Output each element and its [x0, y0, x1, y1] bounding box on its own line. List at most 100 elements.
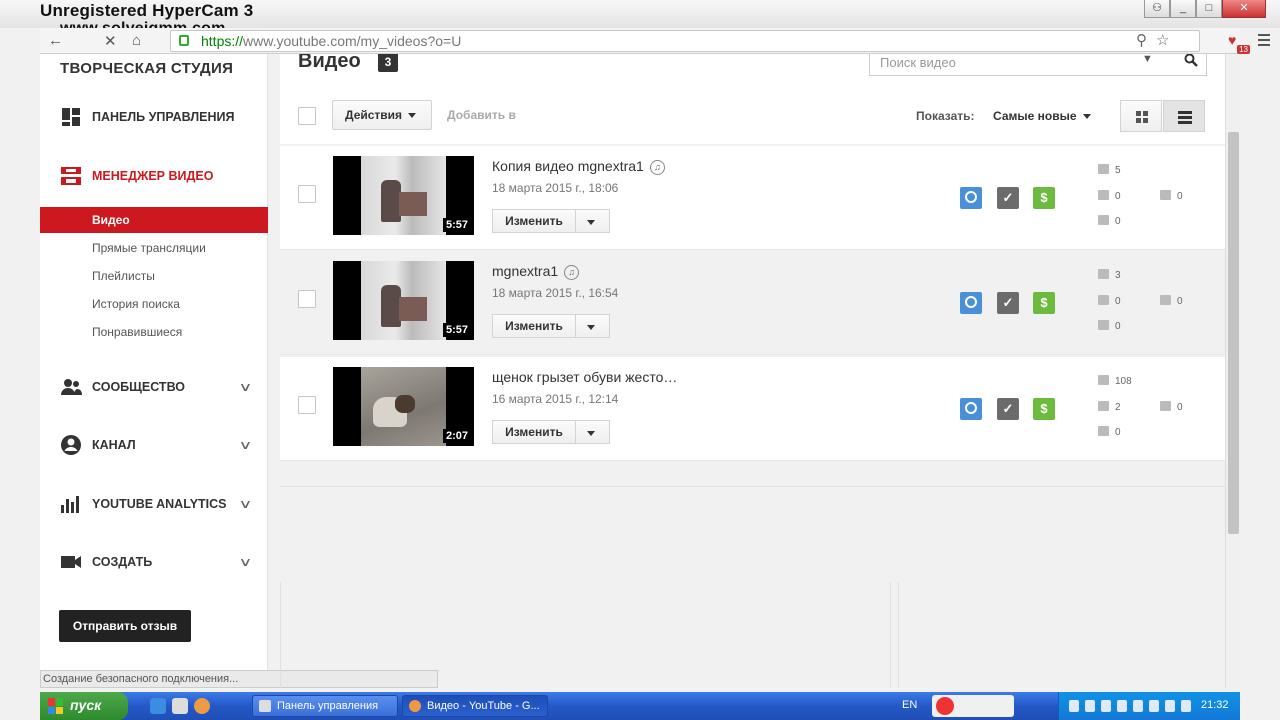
comment-icon [1098, 215, 1109, 225]
check-icon[interactable]: ✓ [997, 187, 1019, 209]
minimize-button[interactable]: _ [1170, 0, 1196, 18]
page-scrollbar[interactable] [1225, 54, 1240, 688]
back-icon[interactable]: ← [48, 32, 63, 49]
monetization-dollar-icon[interactable]: $ [1033, 398, 1055, 420]
search-dropdown-icon[interactable]: ▼ [1142, 54, 1153, 65]
start-button[interactable]: пуск [40, 692, 128, 720]
likes-count: 0 [1115, 191, 1121, 202]
video-title-text: mgnextra1 [492, 263, 559, 279]
actions-button[interactable]: Действия [332, 100, 432, 130]
public-globe-icon[interactable] [960, 292, 982, 314]
search-input[interactable]: Поиск видео ▼ [869, 54, 1207, 76]
tray-icon[interactable] [1069, 700, 1079, 712]
sidebar-item-playlists[interactable]: Плейлисты [40, 263, 268, 289]
user-icon[interactable]: ⚇ [1144, 0, 1170, 18]
volume-icon[interactable] [1085, 700, 1095, 712]
nav-dashboard[interactable]: ПАНЕЛЬ УПРАВЛЕНИЯ [40, 103, 268, 131]
comments-stat: 0 [1098, 426, 1121, 438]
video-title[interactable]: щенок грызет обуви жесто… [492, 369, 677, 385]
video-row: 5:57 mgnextra1 ♫ 18 марта 2015 г., 16:54 … [280, 251, 1225, 355]
sidebar-item-videos[interactable]: Видео [40, 207, 268, 233]
edit-dropdown-button[interactable] [576, 314, 610, 338]
edit-button[interactable]: Изменить [492, 209, 576, 233]
chrome-icon[interactable] [194, 698, 210, 714]
bookmark-star-icon[interactable]: ☆ [1156, 31, 1169, 49]
grid-view-button[interactable] [1120, 100, 1162, 132]
scrollbar-thumb[interactable] [1228, 132, 1239, 534]
tray-icon[interactable] [1149, 700, 1159, 712]
video-checkbox[interactable] [298, 396, 316, 414]
video-title[interactable]: Копия видео mgnextra1 ♫ [492, 158, 665, 175]
tray-icon[interactable] [1117, 700, 1127, 712]
send-feedback-button[interactable]: Отправить отзыв [59, 610, 191, 642]
extension-icon[interactable]: ♥ 13 [1228, 32, 1250, 54]
community-icon [61, 379, 82, 395]
monetization-dollar-icon[interactable]: $ [1033, 187, 1055, 209]
tray-icon[interactable] [1133, 700, 1143, 712]
monetization-dollar-icon[interactable]: $ [1033, 292, 1055, 314]
sidebar-item-search-history[interactable]: История поиска [40, 291, 268, 317]
edit-button[interactable]: Изменить [492, 314, 576, 338]
task-label: Панель управления [277, 700, 379, 712]
network-icon[interactable] [1181, 700, 1191, 712]
ie-icon[interactable] [150, 698, 166, 714]
sidebar-item-liked[interactable]: Понравившиеся [40, 319, 268, 345]
watermark-line1: Unregistered HyperCam 3 [40, 1, 254, 20]
sort-dropdown[interactable]: Самые новые [993, 109, 1091, 123]
language-indicator[interactable]: EN [902, 699, 917, 711]
add-to-button[interactable]: Добавить в [447, 108, 516, 122]
dislikes-count: 0 [1177, 296, 1183, 307]
close-window-button[interactable]: ✕ [1222, 0, 1266, 18]
task-label: Видео - YouTube - G... [427, 700, 540, 712]
video-checkbox[interactable] [298, 290, 316, 308]
select-all-checkbox[interactable] [298, 107, 316, 125]
sort-label: Показать: [916, 109, 975, 123]
home-icon[interactable]: ⌂ [132, 32, 141, 49]
nav-video-manager[interactable]: МЕНЕДЖЕР ВИДЕО [40, 162, 268, 190]
start-label: пуск [70, 697, 102, 713]
video-title[interactable]: mgnextra1 ♫ [492, 263, 580, 280]
edit-dropdown-button[interactable] [576, 420, 610, 444]
check-icon[interactable]: ✓ [997, 292, 1019, 314]
public-globe-icon[interactable] [960, 187, 982, 209]
tray-icon[interactable] [1165, 700, 1175, 712]
video-thumbnail[interactable]: 5:57 [333, 261, 474, 340]
views-count: 5 [1115, 165, 1121, 176]
edit-button[interactable]: Изменить [492, 420, 576, 444]
video-row: 2:07 щенок грызет обуви жесто… 16 марта … [280, 357, 1225, 461]
task-control-panel[interactable]: Панель управления [252, 695, 398, 717]
nav-channel[interactable]: КАНАЛ ∨ [40, 431, 268, 459]
url-input[interactable]: https://www.youtube.com/my_videos?o=U [170, 30, 1200, 52]
nav-community[interactable]: СООБЩЕСТВО ∨ [40, 373, 268, 401]
nav-analytics[interactable]: YOUTUBE ANALYTICS ∨ [40, 490, 268, 518]
search-icon[interactable] [1184, 54, 1198, 67]
edit-dropdown-button[interactable] [576, 209, 610, 233]
nav-create[interactable]: СОЗДАТЬ ∨ [40, 548, 268, 576]
url-path: www.youtube.com/my_videos?o=U [243, 33, 462, 49]
video-checkbox[interactable] [298, 185, 316, 203]
desktop-icon[interactable] [172, 698, 188, 714]
views-stat: 5 [1098, 164, 1121, 176]
task-chrome-youtube[interactable]: Видео - YouTube - G... [402, 695, 548, 717]
dashboard-icon [62, 108, 80, 126]
video-count-badge: 3 [378, 54, 398, 72]
video-camera-icon [61, 556, 81, 568]
zoom-icon[interactable]: ⚲ [1136, 31, 1147, 49]
record-icon[interactable] [936, 697, 954, 715]
list-view-button[interactable] [1163, 100, 1205, 132]
sidebar-item-live[interactable]: Прямые трансляции [40, 235, 268, 261]
video-thumbnail[interactable]: 5:57 [333, 156, 474, 235]
caret-down-icon [408, 113, 417, 119]
search-placeholder: Поиск видео [880, 55, 956, 70]
likes-stat: 2 [1098, 401, 1121, 413]
dislikes-stat: 0 [1160, 401, 1183, 413]
comments-stat: 0 [1098, 215, 1121, 227]
public-globe-icon[interactable] [960, 398, 982, 420]
stop-icon[interactable]: ✕ [104, 32, 117, 50]
tray-icon[interactable] [1101, 700, 1111, 712]
check-icon[interactable]: ✓ [997, 398, 1019, 420]
video-thumbnail[interactable]: 2:07 [333, 367, 474, 446]
menu-icon[interactable] [1258, 34, 1270, 49]
dislikes-stat: 0 [1160, 295, 1183, 307]
maximize-button[interactable]: □ [1196, 0, 1222, 18]
